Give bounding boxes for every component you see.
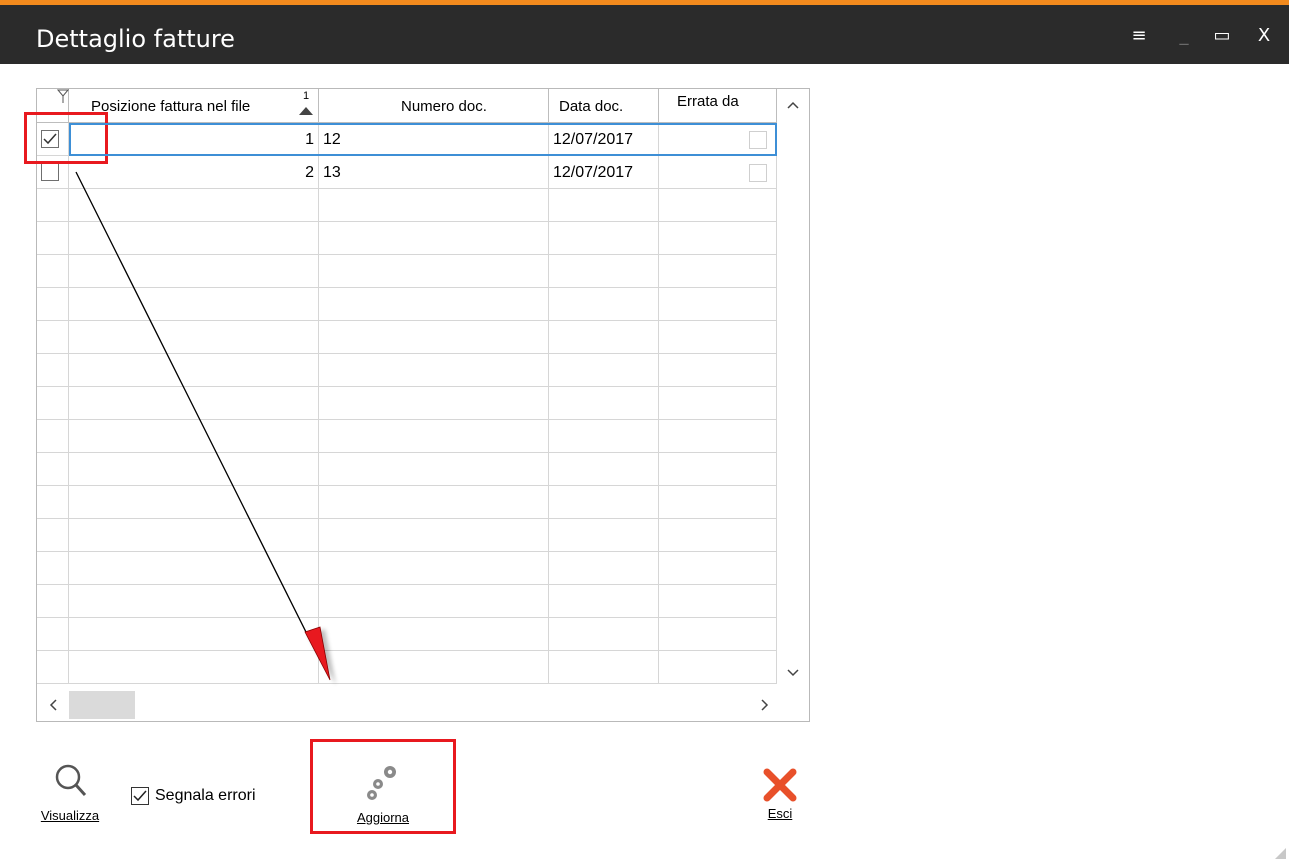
visualizza-label: Visualizza xyxy=(40,808,100,823)
segnala-errori-checkbox[interactable] xyxy=(131,787,149,805)
checkmark-icon xyxy=(133,790,147,802)
segnala-errori-label: Segnala errori xyxy=(155,787,256,804)
visualizza-button[interactable]: Visualizza xyxy=(30,762,110,824)
esci-label: Esci xyxy=(767,806,793,821)
esci-button[interactable]: Esci xyxy=(745,768,815,828)
search-icon xyxy=(55,764,87,797)
resize-grip-icon[interactable] xyxy=(1273,846,1287,860)
annotation-highlight-box xyxy=(310,739,456,834)
table-row-selected[interactable] xyxy=(69,123,777,156)
close-x-icon xyxy=(763,768,797,802)
